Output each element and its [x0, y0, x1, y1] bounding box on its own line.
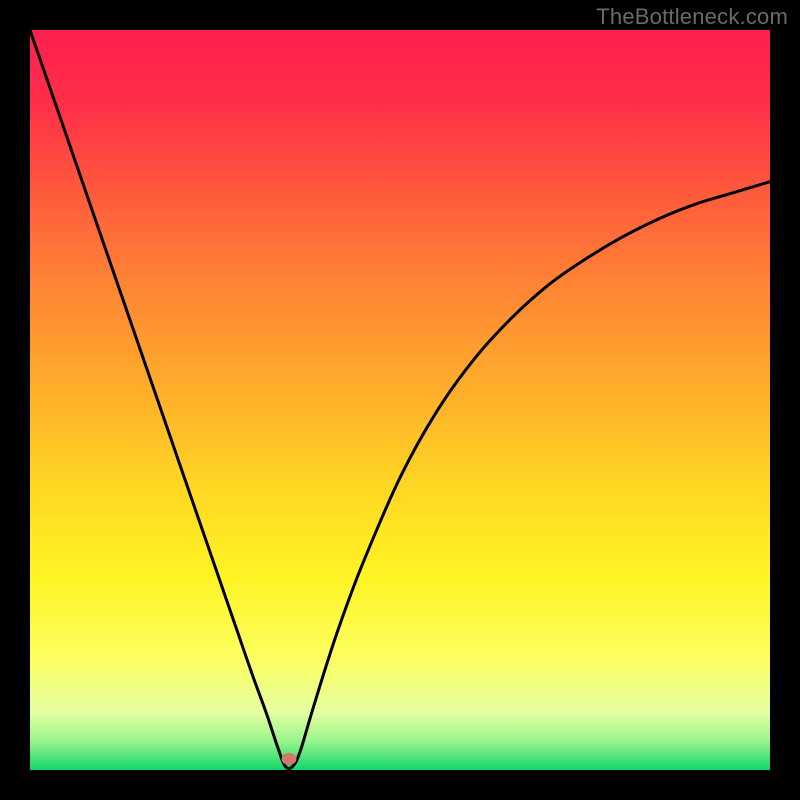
gradient-background: [30, 30, 770, 770]
plot-area: [30, 30, 770, 770]
chart-frame: TheBottleneck.com: [0, 0, 800, 800]
watermark-text: TheBottleneck.com: [596, 4, 788, 30]
optimal-point-marker: [282, 753, 297, 765]
bottleneck-chart: [30, 30, 770, 770]
